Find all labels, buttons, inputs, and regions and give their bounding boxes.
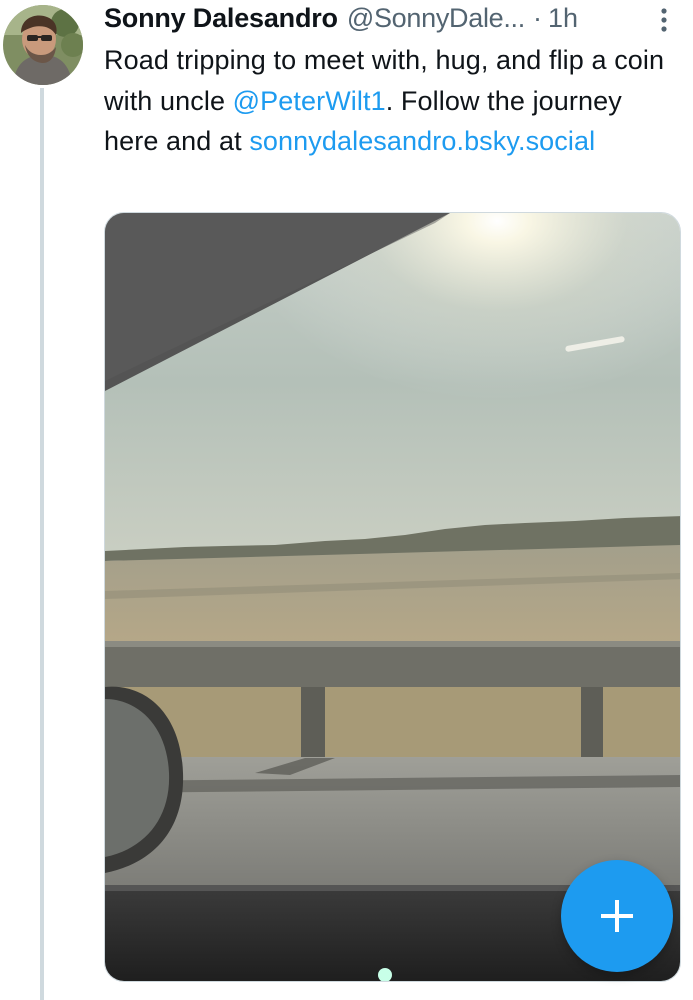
- author-display-name[interactable]: Sonny Dalesandro: [104, 2, 338, 34]
- tweet-text: Road tripping to meet with, hug, and fli…: [104, 40, 679, 162]
- vertical-ellipsis-icon: [661, 8, 667, 32]
- tweet-page: Sonny Dalesandro @SonnyDale... · 1h Road…: [0, 0, 693, 1000]
- thread-connector-line: [40, 88, 44, 1000]
- header-separator: ·: [532, 3, 542, 33]
- plus-icon: [601, 900, 633, 932]
- tweet-header: Sonny Dalesandro @SonnyDale... · 1h: [104, 2, 679, 34]
- avatar-image: [3, 5, 83, 85]
- tweet-timestamp[interactable]: 1h: [548, 2, 578, 34]
- author-handle[interactable]: @SonnyDale...: [347, 2, 525, 34]
- bluesky-profile-link[interactable]: sonnydalesandro.bsky.social: [249, 126, 595, 156]
- more-options-button[interactable]: [652, 6, 676, 36]
- avatar[interactable]: [3, 5, 83, 85]
- mention-link[interactable]: @PeterWilt1: [233, 86, 386, 116]
- compose-fab-button[interactable]: [561, 860, 673, 972]
